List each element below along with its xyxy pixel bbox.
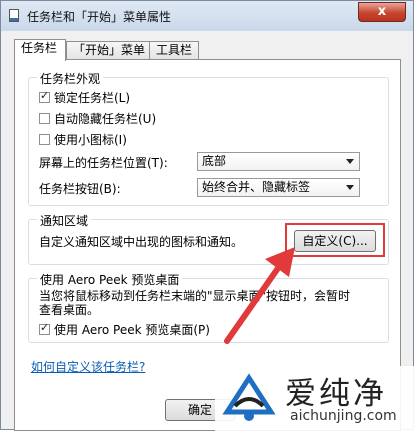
customize-button[interactable]: 自定义(C)... bbox=[294, 230, 376, 252]
taskbar-buttons-select[interactable]: 始终合并、隐藏标签 bbox=[197, 178, 360, 197]
notification-group-title: 通知区域 bbox=[37, 212, 92, 229]
close-button[interactable]: x bbox=[358, 2, 406, 22]
taskbar-location-value: 底部 bbox=[202, 154, 227, 168]
tab-toolbars[interactable]: 工具栏 bbox=[149, 41, 199, 59]
watermark: 爱纯净 aichunjing.com bbox=[215, 366, 414, 431]
tab-start-menu[interactable]: 「开始」菜单 bbox=[66, 41, 150, 59]
auto-hide-label: 自动隐藏任务栏(U) bbox=[54, 112, 157, 126]
lock-taskbar-label: 锁定任务栏(L) bbox=[54, 91, 131, 105]
appearance-group-title: 任务栏外观 bbox=[37, 70, 104, 87]
aero-peek-label: 使用 Aero Peek 预览桌面(P) bbox=[54, 323, 210, 337]
taskbar-app-icon bbox=[9, 9, 19, 22]
lock-taskbar-checkbox[interactable] bbox=[39, 89, 50, 103]
lock-taskbar-option[interactable]: 锁定任务栏(L) bbox=[39, 89, 130, 105]
window-title: 任务栏和「开始」菜单属性 bbox=[27, 10, 172, 24]
watermark-text-cn: 爱纯净 bbox=[285, 376, 387, 412]
chevron-down-icon bbox=[346, 159, 354, 164]
taskbar-location-label: 屏幕上的任务栏位置(T): bbox=[39, 156, 168, 170]
taskbar-properties-dialog: 任务栏和「开始」菜单属性 x 任务栏 「开始」菜单 工具栏 任务栏外观 锁定任务… bbox=[0, 0, 414, 431]
small-icons-label: 使用小图标(I) bbox=[54, 133, 127, 147]
red-arrow-annotation bbox=[224, 247, 295, 344]
auto-hide-checkbox[interactable] bbox=[39, 113, 50, 124]
taskbar-buttons-label: 任务栏按钮(B): bbox=[39, 182, 121, 196]
taskbar-buttons-value: 始终合并、隐藏标签 bbox=[202, 180, 311, 194]
auto-hide-option[interactable]: 自动隐藏任务栏(U) bbox=[39, 110, 156, 126]
brand-logo-icon bbox=[222, 373, 276, 421]
chevron-down-icon bbox=[346, 185, 354, 190]
aero-peek-option[interactable]: 使用 Aero Peek 预览桌面(P) bbox=[39, 321, 210, 337]
aero-peek-group-title: 使用 Aero Peek 预览桌面 bbox=[37, 271, 183, 288]
help-link[interactable]: 如何自定义该任务栏? bbox=[31, 358, 145, 375]
aero-peek-description-line2: 查看桌面。 bbox=[39, 303, 100, 317]
tab-taskbar[interactable]: 任务栏 bbox=[14, 39, 66, 61]
appearance-group: 任务栏外观 锁定任务栏(L) 自动隐藏任务栏(U) 使用小图标(I) 屏幕上的任… bbox=[28, 70, 389, 206]
small-icons-option[interactable]: 使用小图标(I) bbox=[39, 131, 127, 147]
title-bar[interactable]: 任务栏和「开始」菜单属性 x bbox=[1, 1, 413, 31]
taskbar-location-select[interactable]: 底部 bbox=[197, 152, 360, 171]
aero-peek-checkbox[interactable] bbox=[39, 321, 50, 335]
watermark-text-en: aichunjing.com bbox=[290, 408, 397, 424]
small-icons-checkbox[interactable] bbox=[39, 134, 50, 145]
